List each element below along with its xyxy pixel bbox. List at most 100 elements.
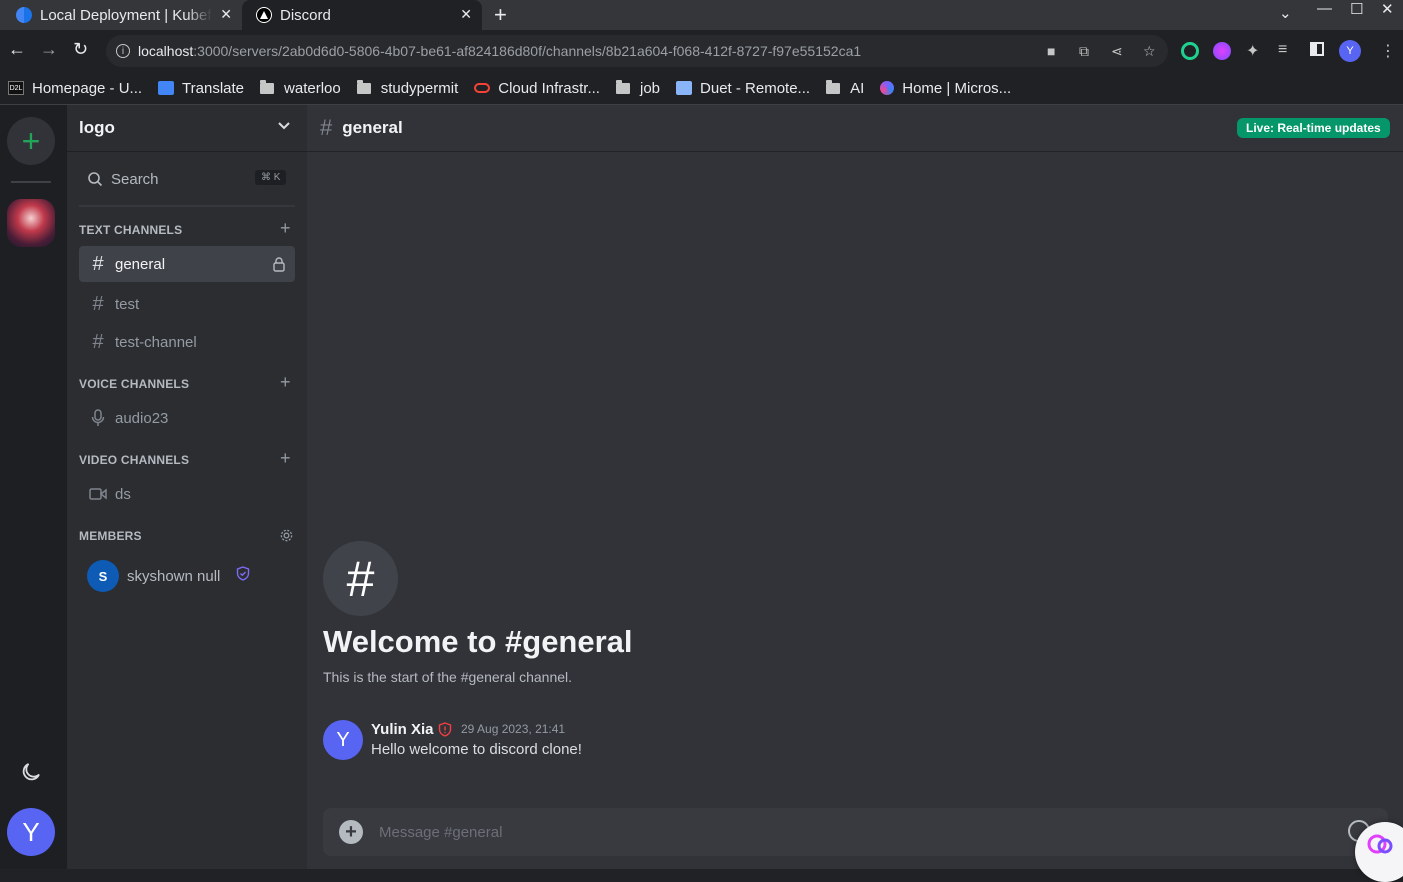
message-timestamp: 29 Aug 2023, 21:41 [461, 722, 566, 736]
tab-search-chevron-icon[interactable]: ⌄ [1279, 4, 1292, 22]
server-name: logo [79, 118, 115, 137]
site-info-icon[interactable]: i [116, 44, 130, 58]
folder-icon [615, 79, 630, 94]
channel-item-ds[interactable]: ds [79, 476, 295, 512]
add-voice-channel-icon[interactable]: + [280, 372, 291, 393]
kubeflow-favicon-icon [16, 7, 32, 23]
browser-tab-active[interactable]: Discord ✕ [242, 0, 482, 30]
bookmark-folder-waterloo[interactable]: waterloo [260, 79, 341, 97]
theme-toggle-moon-icon[interactable] [19, 760, 43, 784]
message-content: Hello welcome to discord clone! [371, 741, 582, 758]
bookmark-label: Homepage - U... [32, 79, 143, 97]
bookmark-label: job [639, 79, 661, 97]
tab-title: Discord [280, 6, 331, 24]
message-author-name[interactable]: Yulin Xia [371, 721, 434, 738]
translate-page-icon[interactable]: ⧉ [1079, 43, 1089, 60]
add-server-button[interactable]: + [7, 117, 55, 165]
member-name: skyshown null [127, 567, 221, 585]
extension-green-icon[interactable] [1181, 42, 1199, 60]
bookmark-star-icon[interactable]: ☆ [1143, 43, 1156, 60]
channel-label: audio23 [115, 409, 169, 427]
hash-icon: # [92, 292, 104, 315]
channel-item-test[interactable]: # test [79, 286, 295, 322]
floating-extension-icon[interactable] [1355, 822, 1403, 882]
bookmark-homepage[interactable]: D2L Homepage - U... [8, 80, 142, 97]
bookmark-label: Duet - Remote... [700, 79, 811, 97]
message-input[interactable] [379, 823, 1279, 841]
minimize-window-icon[interactable]: — [1317, 0, 1332, 17]
welcome-hash-icon: # [323, 541, 398, 616]
oracle-icon [474, 83, 491, 93]
add-attachment-button[interactable]: + [339, 820, 363, 844]
folder-icon [356, 79, 371, 94]
search-label: Search [111, 170, 159, 188]
rail-divider [11, 181, 51, 183]
add-video-channel-icon[interactable]: + [280, 448, 291, 469]
google-translate-icon [158, 81, 175, 95]
lock-icon [271, 256, 287, 277]
bookmark-label: waterloo [284, 79, 341, 97]
bookmarks-bar: D2L Homepage - U... Translate waterloo s… [0, 72, 1403, 105]
channel-item-test-channel[interactable]: # test-channel [79, 324, 295, 360]
message-composer: + [323, 808, 1388, 856]
channel-label: general [115, 255, 166, 273]
chevron-down-icon[interactable] [277, 118, 291, 134]
live-status-badge: Live: Real-time updates [1237, 118, 1390, 138]
user-avatar[interactable]: Y [7, 808, 55, 856]
reload-icon[interactable]: ↻ [73, 39, 88, 60]
voice-channels-heading: VOICE CHANNELS [79, 377, 190, 391]
tab-title: Local Deployment | Kubef [40, 6, 212, 24]
forward-arrow-icon[interactable]: → [40, 39, 58, 60]
hash-icon: # [92, 252, 104, 275]
server-header[interactable]: logo [67, 105, 307, 152]
close-tab-icon[interactable]: ✕ [220, 6, 232, 23]
side-panel-icon[interactable] [1310, 42, 1324, 56]
channel-label: test-channel [115, 333, 197, 351]
channel-item-audio23[interactable]: audio23 [79, 400, 295, 436]
browser-tab[interactable]: Local Deployment | Kubef ✕ [0, 0, 242, 30]
close-window-icon[interactable]: ✕ [1381, 0, 1394, 18]
bookmark-folder-studypermit[interactable]: studypermit [356, 79, 458, 97]
close-tab-icon[interactable]: ✕ [460, 6, 472, 23]
member-item[interactable]: S skyshown null [79, 557, 295, 595]
profile-avatar[interactable]: Y [1339, 40, 1361, 62]
bookmark-label: Home | Micros... [902, 79, 1012, 97]
address-bar[interactable]: i localhost:3000/servers/2ab0d6d0-5806-4… [106, 35, 1168, 67]
bookmark-folder-job[interactable]: job [615, 79, 661, 97]
discord-favicon-icon [256, 7, 272, 23]
message-author-avatar[interactable]: Y [323, 720, 363, 760]
new-tab-icon[interactable]: + [494, 2, 507, 28]
extension-brain-icon[interactable] [1213, 42, 1231, 60]
maximize-window-icon[interactable]: ☐ [1350, 0, 1363, 18]
reading-list-icon[interactable]: ≡ [1278, 41, 1287, 59]
bookmark-microsoft[interactable]: Home | Micros... [880, 80, 1011, 97]
moderator-shield-icon [236, 566, 250, 586]
browser-menu-icon[interactable]: ⋮ [1380, 41, 1396, 61]
text-channels-heading: TEXT CHANNELS [79, 223, 183, 237]
extensions-puzzle-icon[interactable]: ✦ [1246, 41, 1259, 61]
bookmark-label: Translate [182, 79, 245, 97]
channel-item-general[interactable]: # general [79, 246, 295, 282]
server-icon[interactable] [7, 199, 55, 247]
duet-icon [676, 81, 693, 95]
microsoft-icon [880, 81, 895, 95]
url-text: localhost:3000/servers/2ab0d6d0-5806-4b0… [138, 43, 862, 59]
search-icon [88, 172, 103, 187]
bookmark-label: AI [850, 79, 865, 97]
bookmark-label: Cloud Infrastr... [498, 79, 600, 97]
bookmark-folder-ai[interactable]: AI [826, 79, 865, 97]
bookmark-duet[interactable]: Duet - Remote... [676, 80, 810, 97]
back-arrow-icon[interactable]: ← [8, 39, 26, 60]
bookmark-cloud-infrastructure[interactable]: Cloud Infrastr... [474, 80, 600, 97]
folder-icon [826, 79, 841, 94]
share-icon[interactable]: ⋖ [1111, 43, 1123, 60]
video-channels-heading: VIDEO CHANNELS [79, 453, 190, 467]
camera-icon[interactable]: ■ [1047, 43, 1055, 59]
gear-icon[interactable] [279, 528, 294, 548]
folder-icon [260, 79, 275, 94]
add-text-channel-icon[interactable]: + [280, 218, 291, 239]
microphone-icon [89, 409, 107, 427]
hash-icon: # [320, 115, 333, 140]
bookmark-translate[interactable]: Translate [158, 80, 244, 97]
members-heading: MEMBERS [79, 529, 142, 543]
